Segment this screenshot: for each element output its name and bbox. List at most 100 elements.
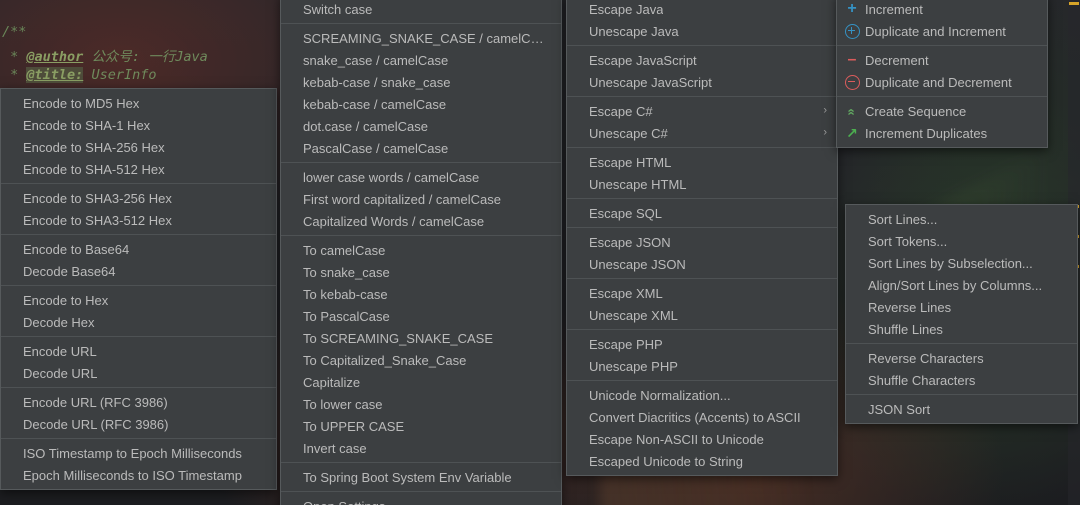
menu-separator	[1, 336, 276, 337]
menu-item-sort-lines[interactable]: Sort Lines...	[846, 208, 1077, 230]
menu-item-encode-to-sha-512-hex[interactable]: Encode to SHA-512 Hex	[1, 158, 276, 180]
menu-item-duplicate-and-decrement[interactable]: Duplicate and Decrement	[837, 71, 1047, 93]
menu-item-to-spring-boot-system-env-variable[interactable]: To Spring Boot System Env Variable	[281, 466, 561, 488]
menu-item-json-sort[interactable]: JSON Sort	[846, 398, 1077, 420]
menu-item-to-camelcase[interactable]: To camelCase	[281, 239, 561, 261]
case-conversion-menu[interactable]: Switch case SCREAMING_SNAKE_CASE / camelC…	[280, 0, 562, 505]
menu-item-label: Align/Sort Lines by Columns...	[868, 277, 1043, 293]
menu-item-switch-case[interactable]: Switch case	[281, 0, 561, 20]
sort-lines-menu[interactable]: Sort Lines... Sort Tokens... Sort Lines by…	[845, 204, 1078, 424]
menu-item-first-word-capitalized-camelcase[interactable]: First word capitalized / camelCase	[281, 188, 561, 210]
menu-item-escape-non-ascii-to-unicode[interactable]: Escape Non-ASCII to Unicode	[567, 428, 837, 450]
menu-item-decrement[interactable]: – Decrement	[837, 49, 1047, 71]
menu-item-dot-case-camelcase[interactable]: dot.case / camelCase	[281, 115, 561, 137]
menu-item-to-snake-case[interactable]: To snake_case	[281, 261, 561, 283]
menu-item-label: Encode to MD5 Hex	[23, 95, 140, 111]
menu-item-kebab-case-snake-case[interactable]: kebab-case / snake_case	[281, 71, 561, 93]
menu-item-unescape-json[interactable]: Unescape JSON	[567, 253, 837, 275]
menu-item-escape-php[interactable]: Escape PHP	[567, 333, 837, 355]
menu-item-invert-case[interactable]: Invert case	[281, 437, 561, 459]
menu-item-encode-to-base64[interactable]: Encode to Base64	[1, 238, 276, 260]
menu-item-escape-java[interactable]: Escape Java	[567, 0, 837, 20]
menu-item-unescape-java[interactable]: Unescape Java	[567, 20, 837, 42]
menu-item-label: Decode URL (RFC 3986)	[23, 416, 169, 432]
menu-item-reverse-lines[interactable]: Reverse Lines	[846, 296, 1077, 318]
menu-item-increment-duplicates[interactable]: ↗ Increment Duplicates	[837, 122, 1047, 144]
menu-item-encode-to-sha3-512-hex[interactable]: Encode to SHA3-512 Hex	[1, 209, 276, 231]
menu-item-escape-c[interactable]: Escape C# ›	[567, 100, 837, 122]
menu-item-lower-case-words-camelcase[interactable]: lower case words / camelCase	[281, 166, 561, 188]
menu-item-reverse-characters[interactable]: Reverse Characters	[846, 347, 1077, 369]
menu-item-label: Unescape JavaScript	[589, 74, 712, 90]
menu-item-unescape-c[interactable]: Unescape C# ›	[567, 122, 837, 144]
menu-item-unescape-xml[interactable]: Unescape XML	[567, 304, 837, 326]
menu-item-to-kebab-case[interactable]: To kebab-case	[281, 283, 561, 305]
menu-item-shuffle-lines[interactable]: Shuffle Lines	[846, 318, 1077, 340]
menu-item-capitalize[interactable]: Capitalize	[281, 371, 561, 393]
menu-item-duplicate-and-increment[interactable]: Duplicate and Increment	[837, 20, 1047, 42]
menu-separator	[567, 329, 837, 330]
escape-unescape-menu[interactable]: Escape Java Unescape Java Escape JavaScrip…	[566, 0, 838, 476]
menu-item-label: Unescape PHP	[589, 358, 678, 374]
menu-item-open-settings[interactable]: Open Settings...	[281, 495, 561, 505]
menu-item-escape-html[interactable]: Escape HTML	[567, 151, 837, 173]
menu-item-convert-diacritics-accents-to-ascii[interactable]: Convert Diacritics (Accents) to ASCII	[567, 406, 837, 428]
menu-item-screaming-snake-case-camelcase[interactable]: SCREAMING_SNAKE_CASE / camelCase	[281, 27, 561, 49]
menu-item-unescape-javascript[interactable]: Unescape JavaScript	[567, 71, 837, 93]
menu-item-decode-url[interactable]: Decode URL	[1, 362, 276, 384]
menu-item-escape-sql[interactable]: Escape SQL	[567, 202, 837, 224]
menu-item-label: Sort Tokens...	[868, 233, 948, 249]
menu-separator	[567, 147, 837, 148]
menu-item-kebab-case-camelcase[interactable]: kebab-case / camelCase	[281, 93, 561, 115]
menu-item-label: Decode Base64	[23, 263, 116, 279]
menu-item-label: Escape JSON	[589, 234, 671, 250]
menu-item-encode-to-sha-256-hex[interactable]: Encode to SHA-256 Hex	[1, 136, 276, 158]
menu-item-create-sequence[interactable]: « Create Sequence	[837, 100, 1047, 122]
menu-item-to-pascalcase[interactable]: To PascalCase	[281, 305, 561, 327]
menu-item-encode-url[interactable]: Encode URL	[1, 340, 276, 362]
menu-item-sort-lines-by-subselection[interactable]: Sort Lines by Subselection...	[846, 252, 1077, 274]
increment-decrement-menu[interactable]: + Increment Duplicate and Increment – Decrem…	[836, 0, 1048, 148]
menu-item-encode-to-md5-hex[interactable]: Encode to MD5 Hex	[1, 92, 276, 114]
menu-item-iso-timestamp-to-epoch-milliseconds[interactable]: ISO Timestamp to Epoch Milliseconds	[1, 442, 276, 464]
chevron-right-icon: ›	[823, 126, 827, 139]
menu-item-label: Encode to Base64	[23, 241, 130, 257]
code-line-2-prefix: *	[2, 49, 27, 65]
scrollbar-marker[interactable]	[1069, 2, 1079, 5]
menu-item-sort-tokens[interactable]: Sort Tokens...	[846, 230, 1077, 252]
menu-item-snake-case-camelcase[interactable]: snake_case / camelCase	[281, 49, 561, 71]
menu-item-label: Escape C#	[589, 103, 653, 119]
menu-item-shuffle-characters[interactable]: Shuffle Characters	[846, 369, 1077, 391]
menu-item-to-lower-case[interactable]: To lower case	[281, 393, 561, 415]
menu-item-unescape-php[interactable]: Unescape PHP	[567, 355, 837, 377]
menu-item-label: Encode to SHA-512 Hex	[23, 161, 165, 177]
menu-item-label: Shuffle Lines	[868, 321, 943, 337]
menu-item-encode-to-sha-1-hex[interactable]: Encode to SHA-1 Hex	[1, 114, 276, 136]
menu-item-to-capitalized-snake-case[interactable]: To Capitalized_Snake_Case	[281, 349, 561, 371]
menu-item-encode-url-rfc-3986[interactable]: Encode URL (RFC 3986)	[1, 391, 276, 413]
menu-item-align-sort-lines-by-columns[interactable]: Align/Sort Lines by Columns...	[846, 274, 1077, 296]
menu-item-epoch-milliseconds-to-iso-timestamp[interactable]: Epoch Milliseconds to ISO Timestamp	[1, 464, 276, 486]
menu-item-decode-hex[interactable]: Decode Hex	[1, 311, 276, 333]
encode-decode-menu[interactable]: Encode to MD5 Hex Encode to SHA-1 Hex Enco…	[0, 88, 277, 490]
code-editor-text[interactable]: /** * @author 公众号: 一行Java * @title: User…	[0, 0, 300, 95]
menu-item-decode-url-rfc-3986[interactable]: Decode URL (RFC 3986)	[1, 413, 276, 435]
menu-item-encode-to-hex[interactable]: Encode to Hex	[1, 289, 276, 311]
menu-item-capitalized-words-camelcase[interactable]: Capitalized Words / camelCase	[281, 210, 561, 232]
menu-item-unicode-normalization[interactable]: Unicode Normalization...	[567, 384, 837, 406]
menu-item-decode-base64[interactable]: Decode Base64	[1, 260, 276, 282]
menu-item-label: To lower case	[303, 396, 383, 412]
menu-item-escape-xml[interactable]: Escape XML	[567, 282, 837, 304]
menu-item-increment[interactable]: + Increment	[837, 0, 1047, 20]
menu-item-escape-javascript[interactable]: Escape JavaScript	[567, 49, 837, 71]
menu-item-pascalcase-camelcase[interactable]: PascalCase / camelCase	[281, 137, 561, 159]
menu-item-unescape-html[interactable]: Unescape HTML	[567, 173, 837, 195]
menu-item-to-upper-case[interactable]: To UPPER CASE	[281, 415, 561, 437]
menu-item-label: Reverse Lines	[868, 299, 952, 315]
menu-item-label: To camelCase	[303, 242, 386, 258]
menu-item-escaped-unicode-to-string[interactable]: Escaped Unicode to String	[567, 450, 837, 472]
menu-item-encode-to-sha3-256-hex[interactable]: Encode to SHA3-256 Hex	[1, 187, 276, 209]
menu-separator	[281, 162, 561, 163]
menu-item-to-screaming-snake-case[interactable]: To SCREAMING_SNAKE_CASE	[281, 327, 561, 349]
menu-item-escape-json[interactable]: Escape JSON	[567, 231, 837, 253]
